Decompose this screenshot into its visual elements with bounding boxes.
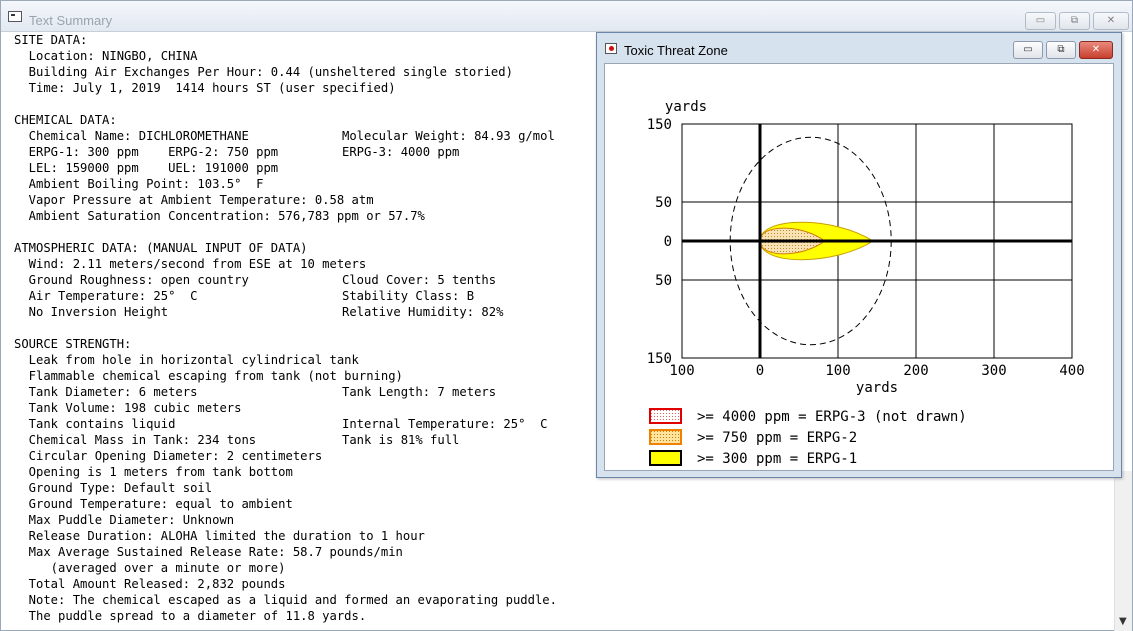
summary-line-right: Tank is 81% full xyxy=(342,433,460,447)
legend-label: >= 300 ppm = ERPG-1 xyxy=(697,451,857,467)
threat-zone-plot-area: 100 0 100 200 300 400 150 50 0 50 150 yards yards >= … xyxy=(604,63,1114,471)
summary-line: Vapor Pressure at Ambient Temperature: 0… xyxy=(14,193,374,207)
summary-line xyxy=(14,320,557,336)
summary-line-left: Tank contains liquid xyxy=(14,417,176,431)
minimize-button[interactable]: ▭ xyxy=(1025,12,1056,30)
summary-line: Chemical Name: DICHLOROMETHANE Molecular … xyxy=(14,128,557,144)
summary-line: Ground Temperature: equal to ambient xyxy=(14,497,293,511)
close-button[interactable]: ✕ xyxy=(1093,12,1129,30)
maximize-button[interactable]: ⧉ xyxy=(1059,12,1090,30)
vertical-scrollbar[interactable]: ▼ xyxy=(1114,471,1132,631)
legend-label: >= 4000 ppm = ERPG-3 (not drawn) xyxy=(697,409,967,425)
summary-line: Release Duration: ALOHA limited the dura… xyxy=(14,529,425,543)
y-tick-label: 150 xyxy=(647,117,672,133)
summary-line: Air Temperature: 25° C Stability Class: B xyxy=(14,288,557,304)
summary-line: Tank contains liquid Internal Temperature… xyxy=(14,416,557,432)
x-axis-title: yards xyxy=(856,380,898,396)
tz-window-title: Toxic Threat Zone xyxy=(624,43,728,58)
summary-line: Max Average Sustained Release Rate: 58.7… xyxy=(14,545,403,559)
y-tick-label: 50 xyxy=(655,195,672,211)
summary-line: ERPG-1: 300 ppm ERPG-2: 750 ppm ERPG-3: 4… xyxy=(14,144,557,160)
legend-swatch xyxy=(649,450,682,466)
summary-line: Ground Type: Default soil xyxy=(14,481,213,495)
summary-line-right: Stability Class: B xyxy=(342,289,475,303)
summary-line: SITE DATA: xyxy=(14,33,88,47)
scroll-down-icon[interactable]: ▼ xyxy=(1119,616,1127,627)
summary-line: Circular Opening Diameter: 2 centimeters xyxy=(14,449,323,463)
legend-label: >= 750 ppm = ERPG-2 xyxy=(697,430,857,446)
summary-line: Building Air Exchanges Per Hour: 0.44 (u… xyxy=(14,65,513,79)
tz-title-bar[interactable]: Toxic Threat Zone ▭ ⧉ ✕ xyxy=(597,33,1121,63)
summary-line: Max Puddle Diameter: Unknown xyxy=(14,513,235,527)
summary-line: Time: July 1, 2019 1414 hours ST (user s… xyxy=(14,81,396,95)
legend-swatch xyxy=(649,408,682,424)
summary-line: Chemical Mass in Tank: 234 tons Tank is 8… xyxy=(14,432,557,448)
summary-line xyxy=(14,224,557,240)
summary-line: LEL: 159000 ppm UEL: 191000 ppm xyxy=(14,161,279,175)
summary-line-right: Molecular Weight: 84.93 g/mol xyxy=(342,129,555,143)
summary-line: Ground Roughness: open country Cloud Cove… xyxy=(14,272,557,288)
summary-line-left: No Inversion Height xyxy=(14,305,169,319)
x-tick-label: 100 xyxy=(669,363,694,379)
summary-line: Ambient Saturation Concentration: 576,78… xyxy=(14,209,425,223)
summary-line-left: Tank Diameter: 6 meters xyxy=(14,385,198,399)
tz-close-button[interactable]: ✕ xyxy=(1079,41,1113,59)
summary-line-left: Chemical Mass in Tank: 234 tons xyxy=(14,433,257,447)
app-icon xyxy=(8,11,22,22)
summary-line: CHEMICAL DATA: xyxy=(14,113,117,127)
summary-line: (averaged over a minute or more) xyxy=(14,561,286,575)
summary-line: Flammable chemical escaping from tank (n… xyxy=(14,369,403,383)
title-bar[interactable]: Text Summary ▭ ⧉ ✕ xyxy=(1,1,1132,32)
window-title: Text Summary xyxy=(29,13,113,28)
x-tick-label: 200 xyxy=(903,363,928,379)
summary-line: Total Amount Released: 2,832 pounds xyxy=(14,577,286,591)
tz-maximize-button[interactable]: ⧉ xyxy=(1046,41,1076,59)
summary-line: Ambient Boiling Point: 103.5° F xyxy=(14,177,264,191)
x-tick-label: 100 xyxy=(825,363,850,379)
summary-line: ATMOSPHERIC DATA: (MANUAL INPUT OF DATA) xyxy=(14,241,308,255)
summary-line-right: Internal Temperature: 25° C xyxy=(342,417,548,431)
y-tick-label: 50 xyxy=(655,273,672,289)
summary-line-right: ERPG-3: 4000 ppm xyxy=(342,145,460,159)
summary-line: No Inversion Height Relative Humidity: 82… xyxy=(14,304,557,320)
summary-line-left: Air Temperature: 25° C xyxy=(14,289,198,303)
y-axis-title: yards xyxy=(665,99,707,115)
summary-line: Leak from hole in horizontal cylindrical… xyxy=(14,353,359,367)
y-tick-label: 150 xyxy=(647,351,672,367)
summary-line: The puddle spread to a diameter of 11.8 … xyxy=(14,609,367,623)
summary-line-right: Cloud Cover: 5 tenths xyxy=(342,273,497,287)
tz-minimize-button[interactable]: ▭ xyxy=(1013,41,1043,59)
x-tick-label: 400 xyxy=(1059,363,1084,379)
summary-line xyxy=(14,96,557,112)
threat-zone-chart: 100 0 100 200 300 400 150 50 0 50 150 yards yards >= … xyxy=(647,99,1085,467)
summary-line-left: Ground Roughness: open country xyxy=(14,273,249,287)
summary-text: SITE DATA: Location: NINGBO, CHINA Build… xyxy=(14,32,557,624)
summary-line: Note: The chemical escaped as a liquid a… xyxy=(14,593,557,607)
summary-line: Tank Volume: 198 cubic meters xyxy=(14,401,242,415)
x-tick-label: 300 xyxy=(981,363,1006,379)
summary-line: Opening is 1 meters from tank bottom xyxy=(14,465,293,479)
tz-window-icon xyxy=(605,43,617,54)
toxic-threat-zone-window: Toxic Threat Zone ▭ ⧉ ✕ 100 0 100 200 300 400… xyxy=(596,32,1122,478)
summary-line: Location: NINGBO, CHINA xyxy=(14,49,198,63)
legend-swatch xyxy=(649,429,682,445)
y-tick-label: 0 xyxy=(664,234,672,250)
x-tick-label: 0 xyxy=(756,363,764,379)
summary-line: SOURCE STRENGTH: xyxy=(14,337,132,351)
summary-line-left: Chemical Name: DICHLOROMETHANE xyxy=(14,129,249,143)
summary-line-right: Tank Length: 7 meters xyxy=(342,385,497,399)
summary-line-left: ERPG-1: 300 ppm ERPG-2: 750 ppm xyxy=(14,145,279,159)
summary-line: Wind: 2.11 meters/second from ESE at 10 … xyxy=(14,257,367,271)
summary-line-right: Relative Humidity: 82% xyxy=(342,305,504,319)
summary-line: Tank Diameter: 6 meters Tank Length: 7 me… xyxy=(14,384,557,400)
